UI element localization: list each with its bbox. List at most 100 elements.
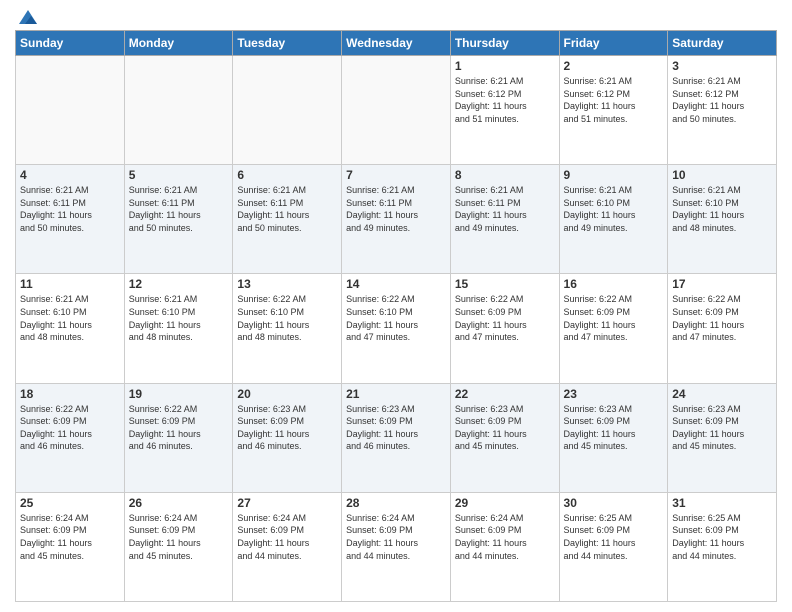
- calendar-day-cell: 28 Sunrise: 6:24 AM Sunset: 6:09 PM Dayli…: [342, 492, 451, 601]
- day-info: Sunrise: 6:24 AM Sunset: 6:09 PM Dayligh…: [129, 512, 229, 562]
- day-number: 17: [672, 277, 772, 291]
- day-info: Sunrise: 6:21 AM Sunset: 6:11 PM Dayligh…: [20, 184, 120, 234]
- day-info: Sunrise: 6:22 AM Sunset: 6:09 PM Dayligh…: [672, 293, 772, 343]
- day-number: 11: [20, 277, 120, 291]
- day-info: Sunrise: 6:25 AM Sunset: 6:09 PM Dayligh…: [564, 512, 664, 562]
- day-number: 20: [237, 387, 337, 401]
- calendar-day-cell: 15 Sunrise: 6:22 AM Sunset: 6:09 PM Dayli…: [450, 274, 559, 383]
- day-number: 24: [672, 387, 772, 401]
- day-number: 9: [564, 168, 664, 182]
- calendar-day-cell: 13Sunrise: 6:22 AM Sunset: 6:10 PM Dayli…: [233, 274, 342, 383]
- calendar-day-cell: 22 Sunrise: 6:23 AM Sunset: 6:09 PM Dayli…: [450, 383, 559, 492]
- day-info: Sunrise: 6:21 AM Sunset: 6:11 PM Dayligh…: [455, 184, 555, 234]
- calendar-day-cell: 24 Sunrise: 6:23 AM Sunset: 6:09 PM Dayli…: [668, 383, 777, 492]
- day-info: Sunrise: 6:24 AM Sunset: 6:09 PM Dayligh…: [237, 512, 337, 562]
- day-info: Sunrise: 6:23 AM Sunset: 6:09 PM Dayligh…: [672, 403, 772, 453]
- day-info: Sunrise: 6:21 AM Sunset: 6:12 PM Dayligh…: [672, 75, 772, 125]
- calendar-week-row: 25 Sunrise: 6:24 AM Sunset: 6:09 PM Dayli…: [16, 492, 777, 601]
- day-number: 7: [346, 168, 446, 182]
- calendar-day-cell: 23 Sunrise: 6:23 AM Sunset: 6:09 PM Dayli…: [559, 383, 668, 492]
- calendar-empty-cell: [233, 56, 342, 165]
- day-number: 30: [564, 496, 664, 510]
- day-number: 13: [237, 277, 337, 291]
- day-number: 3: [672, 59, 772, 73]
- day-number: 2: [564, 59, 664, 73]
- day-number: 6: [237, 168, 337, 182]
- day-info: Sunrise: 6:23 AM Sunset: 6:09 PM Dayligh…: [237, 403, 337, 453]
- day-number: 31: [672, 496, 772, 510]
- calendar-day-cell: 18 Sunrise: 6:22 AM Sunset: 6:09 PM Dayli…: [16, 383, 125, 492]
- header: [15, 10, 777, 22]
- calendar-day-cell: 19 Sunrise: 6:22 AM Sunset: 6:09 PM Dayli…: [124, 383, 233, 492]
- day-number: 4: [20, 168, 120, 182]
- calendar-day-cell: 6 Sunrise: 6:21 AM Sunset: 6:11 PM Daylig…: [233, 165, 342, 274]
- day-number: 27: [237, 496, 337, 510]
- day-number: 1: [455, 59, 555, 73]
- day-number: 8: [455, 168, 555, 182]
- calendar-day-cell: 11 Sunrise: 6:21 AM Sunset: 6:10 PM Dayli…: [16, 274, 125, 383]
- day-info: Sunrise: 6:24 AM Sunset: 6:09 PM Dayligh…: [20, 512, 120, 562]
- day-info: Sunrise: 6:21 AM Sunset: 6:11 PM Dayligh…: [237, 184, 337, 234]
- calendar-day-cell: 2 Sunrise: 6:21 AM Sunset: 6:12 PM Daylig…: [559, 56, 668, 165]
- day-info: Sunrise: 6:21 AM Sunset: 6:10 PM Dayligh…: [564, 184, 664, 234]
- day-info: Sunrise: 6:21 AM Sunset: 6:10 PM Dayligh…: [20, 293, 120, 343]
- day-number: 22: [455, 387, 555, 401]
- weekday-header-row: SundayMondayTuesdayWednesdayThursdayFrid…: [16, 31, 777, 56]
- calendar-day-cell: 17 Sunrise: 6:22 AM Sunset: 6:09 PM Dayli…: [668, 274, 777, 383]
- calendar-day-cell: 21Sunrise: 6:23 AM Sunset: 6:09 PM Dayli…: [342, 383, 451, 492]
- calendar-day-cell: 9 Sunrise: 6:21 AM Sunset: 6:10 PM Daylig…: [559, 165, 668, 274]
- calendar-empty-cell: [124, 56, 233, 165]
- calendar-day-cell: 7Sunrise: 6:21 AM Sunset: 6:11 PM Daylig…: [342, 165, 451, 274]
- calendar-day-cell: 20 Sunrise: 6:23 AM Sunset: 6:09 PM Dayli…: [233, 383, 342, 492]
- page: SundayMondayTuesdayWednesdayThursdayFrid…: [0, 0, 792, 612]
- calendar-week-row: 11 Sunrise: 6:21 AM Sunset: 6:10 PM Dayli…: [16, 274, 777, 383]
- day-info: Sunrise: 6:24 AM Sunset: 6:09 PM Dayligh…: [346, 512, 446, 562]
- day-info: Sunrise: 6:21 AM Sunset: 6:10 PM Dayligh…: [129, 293, 229, 343]
- day-number: 28: [346, 496, 446, 510]
- calendar-empty-cell: [16, 56, 125, 165]
- calendar-day-cell: 25 Sunrise: 6:24 AM Sunset: 6:09 PM Dayli…: [16, 492, 125, 601]
- day-info: Sunrise: 6:21 AM Sunset: 6:12 PM Dayligh…: [564, 75, 664, 125]
- calendar-day-cell: 30 Sunrise: 6:25 AM Sunset: 6:09 PM Dayli…: [559, 492, 668, 601]
- day-info: Sunrise: 6:21 AM Sunset: 6:12 PM Dayligh…: [455, 75, 555, 125]
- weekday-header-friday: Friday: [559, 31, 668, 56]
- calendar-week-row: 1 Sunrise: 6:21 AM Sunset: 6:12 PM Daylig…: [16, 56, 777, 165]
- day-info: Sunrise: 6:21 AM Sunset: 6:11 PM Dayligh…: [129, 184, 229, 234]
- day-info: Sunrise: 6:23 AM Sunset: 6:09 PM Dayligh…: [564, 403, 664, 453]
- day-info: Sunrise: 6:22 AM Sunset: 6:09 PM Dayligh…: [129, 403, 229, 453]
- calendar-day-cell: 12Sunrise: 6:21 AM Sunset: 6:10 PM Dayli…: [124, 274, 233, 383]
- calendar-day-cell: 4 Sunrise: 6:21 AM Sunset: 6:11 PM Daylig…: [16, 165, 125, 274]
- calendar-day-cell: 10 Sunrise: 6:21 AM Sunset: 6:10 PM Dayli…: [668, 165, 777, 274]
- calendar-day-cell: 31Sunrise: 6:25 AM Sunset: 6:09 PM Dayli…: [668, 492, 777, 601]
- logo: [15, 10, 39, 22]
- calendar-table: SundayMondayTuesdayWednesdayThursdayFrid…: [15, 30, 777, 602]
- day-info: Sunrise: 6:21 AM Sunset: 6:10 PM Dayligh…: [672, 184, 772, 234]
- calendar-day-cell: 3 Sunrise: 6:21 AM Sunset: 6:12 PM Daylig…: [668, 56, 777, 165]
- day-number: 23: [564, 387, 664, 401]
- day-number: 25: [20, 496, 120, 510]
- weekday-header-thursday: Thursday: [450, 31, 559, 56]
- weekday-header-sunday: Sunday: [16, 31, 125, 56]
- day-info: Sunrise: 6:23 AM Sunset: 6:09 PM Dayligh…: [455, 403, 555, 453]
- day-number: 15: [455, 277, 555, 291]
- calendar-week-row: 18 Sunrise: 6:22 AM Sunset: 6:09 PM Dayli…: [16, 383, 777, 492]
- day-number: 19: [129, 387, 229, 401]
- logo-icon: [17, 8, 39, 26]
- day-info: Sunrise: 6:22 AM Sunset: 6:09 PM Dayligh…: [20, 403, 120, 453]
- calendar-day-cell: 14Sunrise: 6:22 AM Sunset: 6:10 PM Dayli…: [342, 274, 451, 383]
- day-info: Sunrise: 6:24 AM Sunset: 6:09 PM Dayligh…: [455, 512, 555, 562]
- weekday-header-saturday: Saturday: [668, 31, 777, 56]
- day-info: Sunrise: 6:22 AM Sunset: 6:09 PM Dayligh…: [455, 293, 555, 343]
- calendar-day-cell: 26Sunrise: 6:24 AM Sunset: 6:09 PM Dayli…: [124, 492, 233, 601]
- weekday-header-wednesday: Wednesday: [342, 31, 451, 56]
- day-number: 29: [455, 496, 555, 510]
- weekday-header-monday: Monday: [124, 31, 233, 56]
- calendar-week-row: 4 Sunrise: 6:21 AM Sunset: 6:11 PM Daylig…: [16, 165, 777, 274]
- calendar-day-cell: 16Sunrise: 6:22 AM Sunset: 6:09 PM Dayli…: [559, 274, 668, 383]
- day-number: 10: [672, 168, 772, 182]
- day-number: 18: [20, 387, 120, 401]
- weekday-header-tuesday: Tuesday: [233, 31, 342, 56]
- day-number: 21: [346, 387, 446, 401]
- day-info: Sunrise: 6:22 AM Sunset: 6:10 PM Dayligh…: [346, 293, 446, 343]
- calendar-day-cell: 8 Sunrise: 6:21 AM Sunset: 6:11 PM Daylig…: [450, 165, 559, 274]
